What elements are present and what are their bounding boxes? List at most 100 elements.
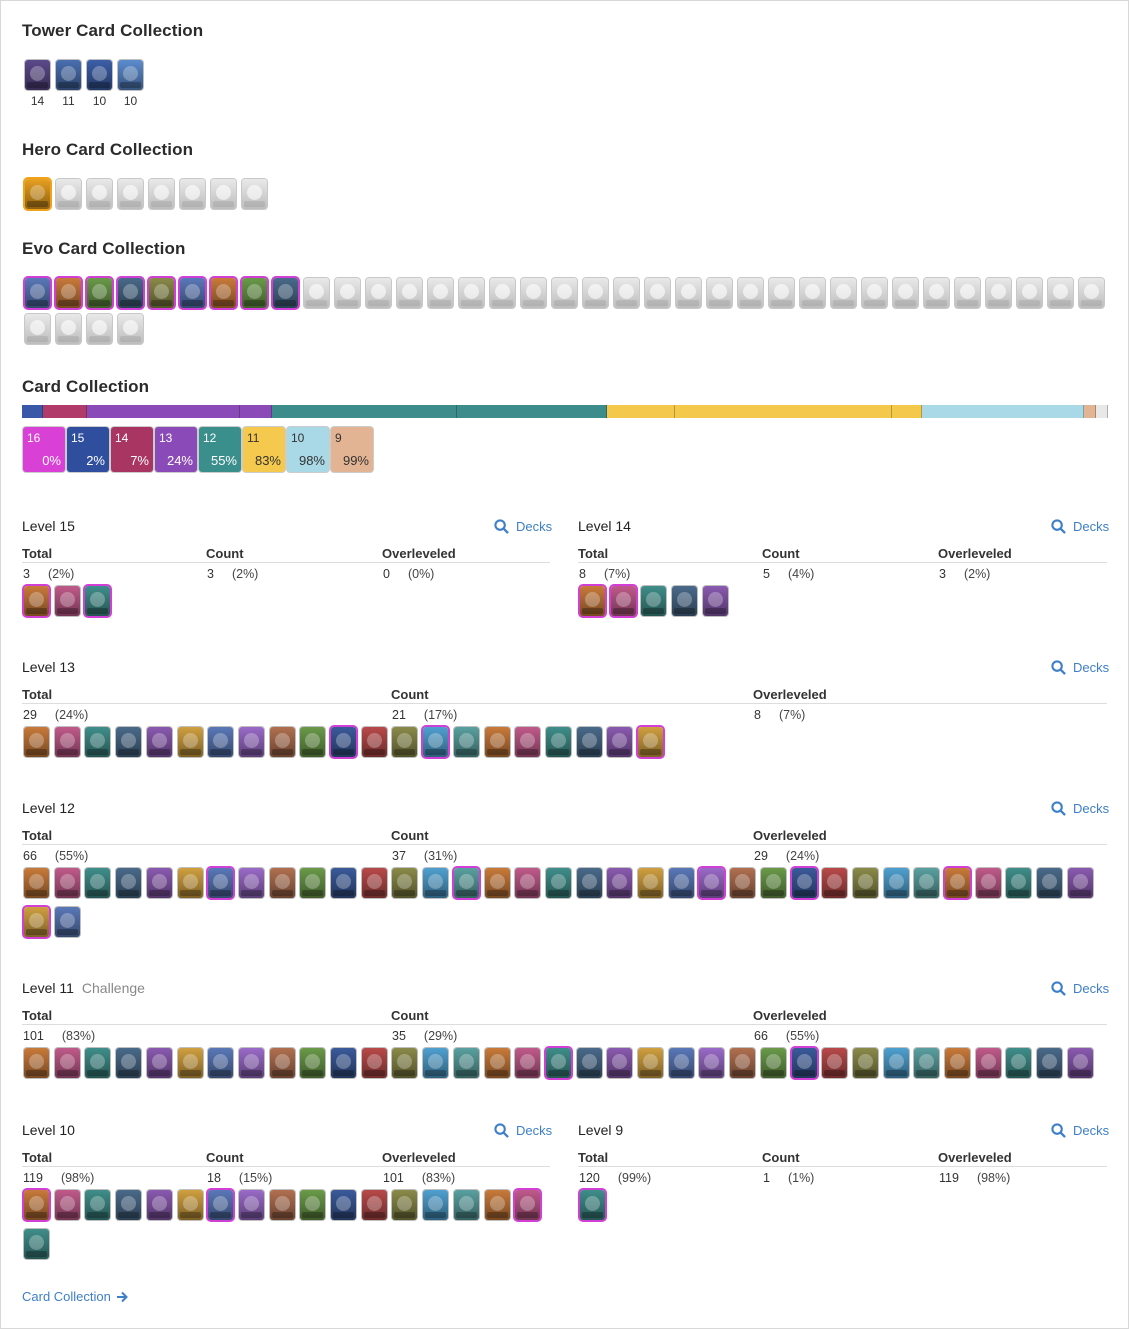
locked-evo-card-icon[interactable] — [955, 278, 980, 308]
card-icon[interactable] — [54, 1190, 80, 1220]
card-icon[interactable] — [300, 868, 326, 898]
locked-hero-card-icon[interactable] — [180, 179, 205, 209]
tower-card-icon[interactable] — [56, 60, 81, 90]
card-icon[interactable] — [146, 1190, 172, 1220]
locked-evo-card-icon[interactable] — [800, 278, 825, 308]
level-chip[interactable]: 16 0% — [23, 427, 65, 472]
evo-card-icon[interactable] — [87, 278, 112, 308]
card-icon[interactable] — [668, 868, 694, 898]
card-icon[interactable] — [208, 1048, 234, 1078]
card-icon[interactable] — [1067, 868, 1093, 898]
card-icon[interactable] — [822, 1048, 848, 1078]
card-icon[interactable] — [453, 868, 479, 898]
card-icon[interactable] — [361, 1048, 387, 1078]
card-icon[interactable] — [238, 868, 264, 898]
card-icon[interactable] — [883, 1048, 909, 1078]
locked-evo-card-icon[interactable] — [118, 314, 143, 344]
card-icon[interactable] — [423, 1190, 449, 1220]
card-icon[interactable] — [580, 1190, 605, 1220]
card-icon[interactable] — [238, 1190, 264, 1220]
card-icon[interactable] — [24, 586, 49, 616]
evo-card-icon[interactable] — [56, 278, 81, 308]
card-icon[interactable] — [208, 1190, 234, 1220]
card-icon[interactable] — [54, 868, 80, 898]
card-icon[interactable] — [392, 868, 418, 898]
evo-card-icon[interactable] — [180, 278, 205, 308]
card-icon[interactable] — [24, 907, 49, 937]
locked-hero-card-icon[interactable] — [211, 179, 236, 209]
card-icon[interactable] — [24, 868, 49, 898]
card-icon[interactable] — [484, 727, 510, 757]
card-icon[interactable] — [515, 1190, 541, 1220]
card-icon[interactable] — [85, 868, 111, 898]
card-icon[interactable] — [515, 727, 541, 757]
evo-card-icon[interactable] — [273, 278, 298, 308]
card-icon[interactable] — [85, 586, 111, 616]
card-icon[interactable] — [545, 1048, 571, 1078]
locked-evo-card-icon[interactable] — [552, 278, 577, 308]
card-icon[interactable] — [177, 727, 203, 757]
card-icon[interactable] — [668, 1048, 694, 1078]
card-icon[interactable] — [852, 868, 878, 898]
card-icon[interactable] — [423, 1048, 449, 1078]
card-icon[interactable] — [24, 1190, 49, 1220]
card-icon[interactable] — [300, 727, 326, 757]
card-icon[interactable] — [54, 727, 80, 757]
card-icon[interactable] — [822, 868, 848, 898]
card-icon[interactable] — [177, 868, 203, 898]
card-icon[interactable] — [610, 586, 636, 616]
card-icon[interactable] — [361, 868, 387, 898]
card-icon[interactable] — [54, 907, 80, 937]
card-icon[interactable] — [760, 1048, 786, 1078]
card-icon[interactable] — [641, 586, 667, 616]
locked-evo-card-icon[interactable] — [769, 278, 794, 308]
locked-hero-card-icon[interactable] — [87, 179, 112, 209]
card-icon[interactable] — [238, 1048, 264, 1078]
card-icon[interactable] — [392, 727, 418, 757]
card-icon[interactable] — [423, 868, 449, 898]
card-icon[interactable] — [177, 1048, 203, 1078]
locked-evo-card-icon[interactable] — [831, 278, 856, 308]
card-icon[interactable] — [545, 868, 571, 898]
card-icon[interactable] — [146, 727, 172, 757]
card-icon[interactable] — [607, 1048, 633, 1078]
locked-evo-card-icon[interactable] — [862, 278, 887, 308]
locked-evo-card-icon[interactable] — [893, 278, 918, 308]
card-icon[interactable] — [699, 1048, 725, 1078]
locked-evo-card-icon[interactable] — [335, 278, 360, 308]
card-icon[interactable] — [269, 727, 295, 757]
hero-card-icon[interactable] — [25, 179, 50, 209]
level-chip[interactable]: 12 55% — [199, 427, 241, 472]
card-icon[interactable] — [331, 868, 356, 898]
card-icon[interactable] — [730, 868, 756, 898]
card-icon[interactable] — [1037, 868, 1063, 898]
card-icon[interactable] — [269, 1048, 295, 1078]
level-chip[interactable]: 9 99% — [331, 427, 373, 472]
evo-card-icon[interactable] — [242, 278, 267, 308]
card-icon[interactable] — [638, 727, 663, 757]
locked-evo-card-icon[interactable] — [490, 278, 515, 308]
card-icon[interactable] — [852, 1048, 878, 1078]
card-icon[interactable] — [146, 1048, 172, 1078]
locked-evo-card-icon[interactable] — [25, 314, 50, 344]
card-icon[interactable] — [638, 1048, 663, 1078]
locked-hero-card-icon[interactable] — [242, 179, 267, 209]
locked-evo-card-icon[interactable] — [459, 278, 484, 308]
card-icon[interactable] — [515, 1048, 541, 1078]
card-icon[interactable] — [791, 1048, 817, 1078]
locked-hero-card-icon[interactable] — [56, 179, 81, 209]
locked-evo-card-icon[interactable] — [645, 278, 670, 308]
card-icon[interactable] — [54, 586, 80, 616]
locked-evo-card-icon[interactable] — [304, 278, 329, 308]
card-icon[interactable] — [392, 1048, 418, 1078]
decks-link[interactable]: Decks — [494, 1123, 552, 1138]
card-icon[interactable] — [945, 1048, 970, 1078]
card-icon[interactable] — [24, 1229, 49, 1259]
card-icon[interactable] — [914, 1048, 940, 1078]
card-icon[interactable] — [361, 727, 387, 757]
card-icon[interactable] — [484, 868, 510, 898]
locked-evo-card-icon[interactable] — [521, 278, 546, 308]
card-icon[interactable] — [331, 727, 356, 757]
locked-hero-card-icon[interactable] — [149, 179, 174, 209]
card-icon[interactable] — [331, 1190, 356, 1220]
